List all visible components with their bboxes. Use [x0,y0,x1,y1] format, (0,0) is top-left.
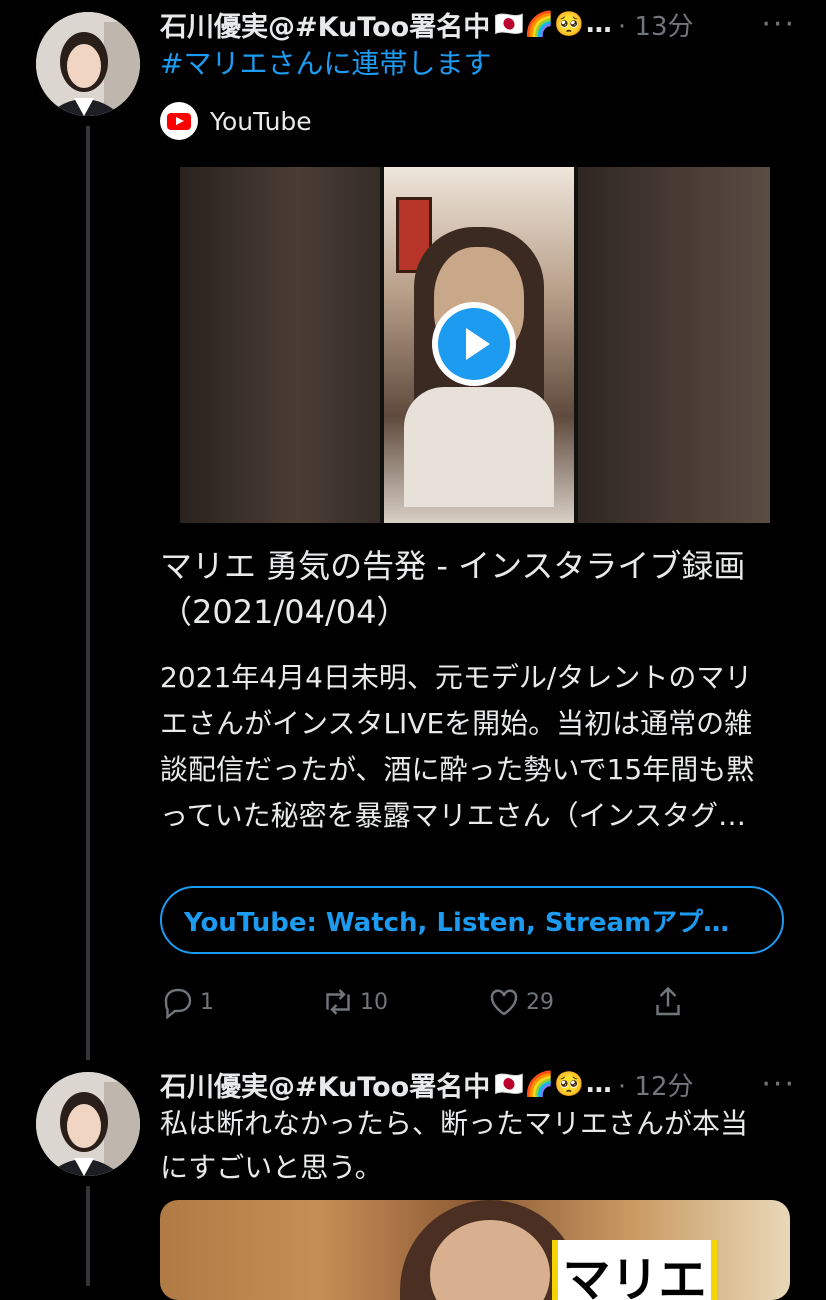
author-name[interactable]: 石川優実@#KuToo署名中 [160,5,490,44]
youtube-icon [160,102,198,140]
retweet-icon [326,989,350,1015]
reply-button[interactable]: 1 [160,984,214,1020]
card-title[interactable]: マリエ 勇気の告発 - インスタライブ録画（2021/04/04） [160,543,780,635]
avatar-image [36,12,140,116]
play-icon[interactable] [432,302,516,386]
tweet-text: 私は断れなかったら、断ったマリエさんが本当にすごいと思う。 [160,1107,749,1184]
avatar-image [36,1072,140,1176]
app-store-button[interactable]: YouTube: Watch, Listen, Streamアプ… [160,886,784,954]
thread-line [86,1186,90,1286]
card-description: 2021年4月4日未明、元モデル/タレントのマリエさんがインスタLIVEを開始。… [160,661,755,832]
avatar[interactable] [36,1072,140,1176]
thread-line [86,126,90,1060]
photo-label: マリエ [552,1240,717,1300]
more-icon[interactable]: ··· [761,7,796,42]
tweet-header: 石川優実@#KuToo署名中 🇯🇵🌈🥺 … · 13分 ··· [160,2,806,46]
tweet-time[interactable]: · 12分 [618,1066,694,1103]
tweet-1[interactable]: 石川優実@#KuToo署名中 🇯🇵🌈🥺 … · 13分 ··· #マリエさんに連… [0,0,826,1060]
tweet-photo[interactable]: マリエ [160,1200,790,1300]
reply-icon [164,988,192,1020]
author-name[interactable]: 石川優実@#KuToo署名中 [160,1065,490,1104]
retweet-button[interactable]: 10 [320,984,388,1020]
video-thumbnail[interactable] [180,167,770,523]
share-icon [656,986,680,1016]
share-button[interactable] [650,984,690,1020]
more-icon[interactable]: ··· [761,1067,796,1102]
tweet-header: 石川優実@#KuToo署名中 🇯🇵🌈🥺 … · 12分 ··· [160,1062,806,1106]
card-source-name: YouTube [210,106,312,136]
hashtag-link[interactable]: #マリエさんに連帯します [160,42,786,86]
author-emojis: 🇯🇵🌈🥺 [494,1070,584,1098]
like-button[interactable]: 29 [486,984,554,1020]
like-icon [490,989,518,1016]
avatar[interactable] [36,12,140,116]
tweet-actions: 1 10 29 [160,980,720,1024]
card-source: YouTube [160,102,312,140]
tweet-time[interactable]: · 13分 [618,6,694,43]
author-emojis: 🇯🇵🌈🥺 [494,10,584,38]
retweet-count: 10 [360,989,388,1015]
name-ellipsis: … [585,9,612,39]
reply-count: 1 [200,989,214,1015]
like-count: 29 [526,989,554,1015]
name-ellipsis: … [585,1069,612,1099]
